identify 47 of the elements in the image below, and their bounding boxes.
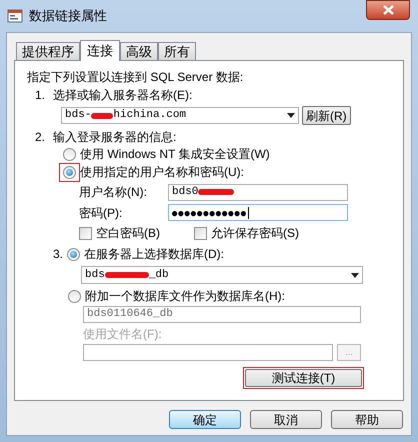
radio-label: 使用 Windows NT 集成安全设置(W) — [80, 146, 270, 163]
tab[interactable]: 连接 — [80, 40, 120, 61]
window-icon — [7, 8, 23, 24]
password-field[interactable]: ●●●●●●●●●●●● — [168, 204, 348, 221]
username-field[interactable]: bds0 — [168, 184, 348, 200]
checkbox-label: 空白密码(B) — [96, 225, 160, 242]
radio-label: 在服务器上选择数据库(D): — [84, 246, 224, 263]
tab[interactable]: 所有 — [158, 42, 196, 60]
intro-text: 指定下列设置以连接到 SQL Server 数据: — [27, 69, 244, 85]
field-value: ●●●●●●●●●●●● — [171, 204, 246, 222]
dialog-button[interactable]: 确定 — [169, 410, 241, 429]
dialog-button[interactable]: 帮助 — [331, 410, 403, 429]
field-value: bds0 — [172, 184, 198, 200]
field-label: 密码(P): — [79, 204, 124, 222]
field-value: bds- — [65, 108, 92, 124]
server-combobox[interactable]: bds- hichina.com — [61, 107, 299, 124]
field-value: bds — [85, 268, 105, 283]
radio-label: 附加一个数据库文件作为数据库名(H): — [85, 288, 285, 305]
field-value: bds0110646_db — [87, 307, 173, 322]
field-label: 选择或输入服务器名称(E): — [53, 87, 192, 103]
field-label: 用户名称(N): — [79, 184, 148, 201]
step-number: 3. — [53, 246, 64, 263]
field-value: hichina.com — [113, 108, 186, 124]
refresh-button[interactable]: 刷新(R) — [302, 106, 351, 125]
radio-button[interactable] — [63, 166, 76, 178]
checkbox-label: 允许保存密码(S) — [211, 225, 299, 242]
step-number: 1. — [35, 87, 46, 103]
field-value: _db — [148, 268, 169, 283]
field-label: 使用文件名(F): — [83, 326, 163, 343]
window-title: 数据链接属性 — [29, 7, 107, 26]
checkbox[interactable] — [79, 226, 92, 240]
dialog-button[interactable]: 取消 — [250, 410, 322, 429]
redaction-scribble — [104, 271, 149, 279]
dropdown-arrow-icon[interactable] — [351, 272, 359, 278]
redaction-scribble — [198, 188, 234, 196]
tab[interactable]: 高级 — [120, 42, 158, 60]
tab[interactable]: 提供程序 — [16, 42, 80, 60]
redaction-scribble — [91, 112, 114, 120]
file-name-field[interactable] — [83, 344, 333, 361]
radio-button[interactable] — [63, 148, 76, 160]
checkbox[interactable] — [194, 226, 207, 240]
radio-label: 使用指定的用户名称和密码(U): — [80, 164, 244, 181]
section-label: 输入登录服务器的信息: — [53, 129, 176, 145]
close-button[interactable] — [366, 0, 410, 20]
close-icon — [382, 5, 394, 15]
step-number: 2. — [35, 129, 46, 145]
dropdown-arrow-icon[interactable] — [287, 113, 295, 118]
